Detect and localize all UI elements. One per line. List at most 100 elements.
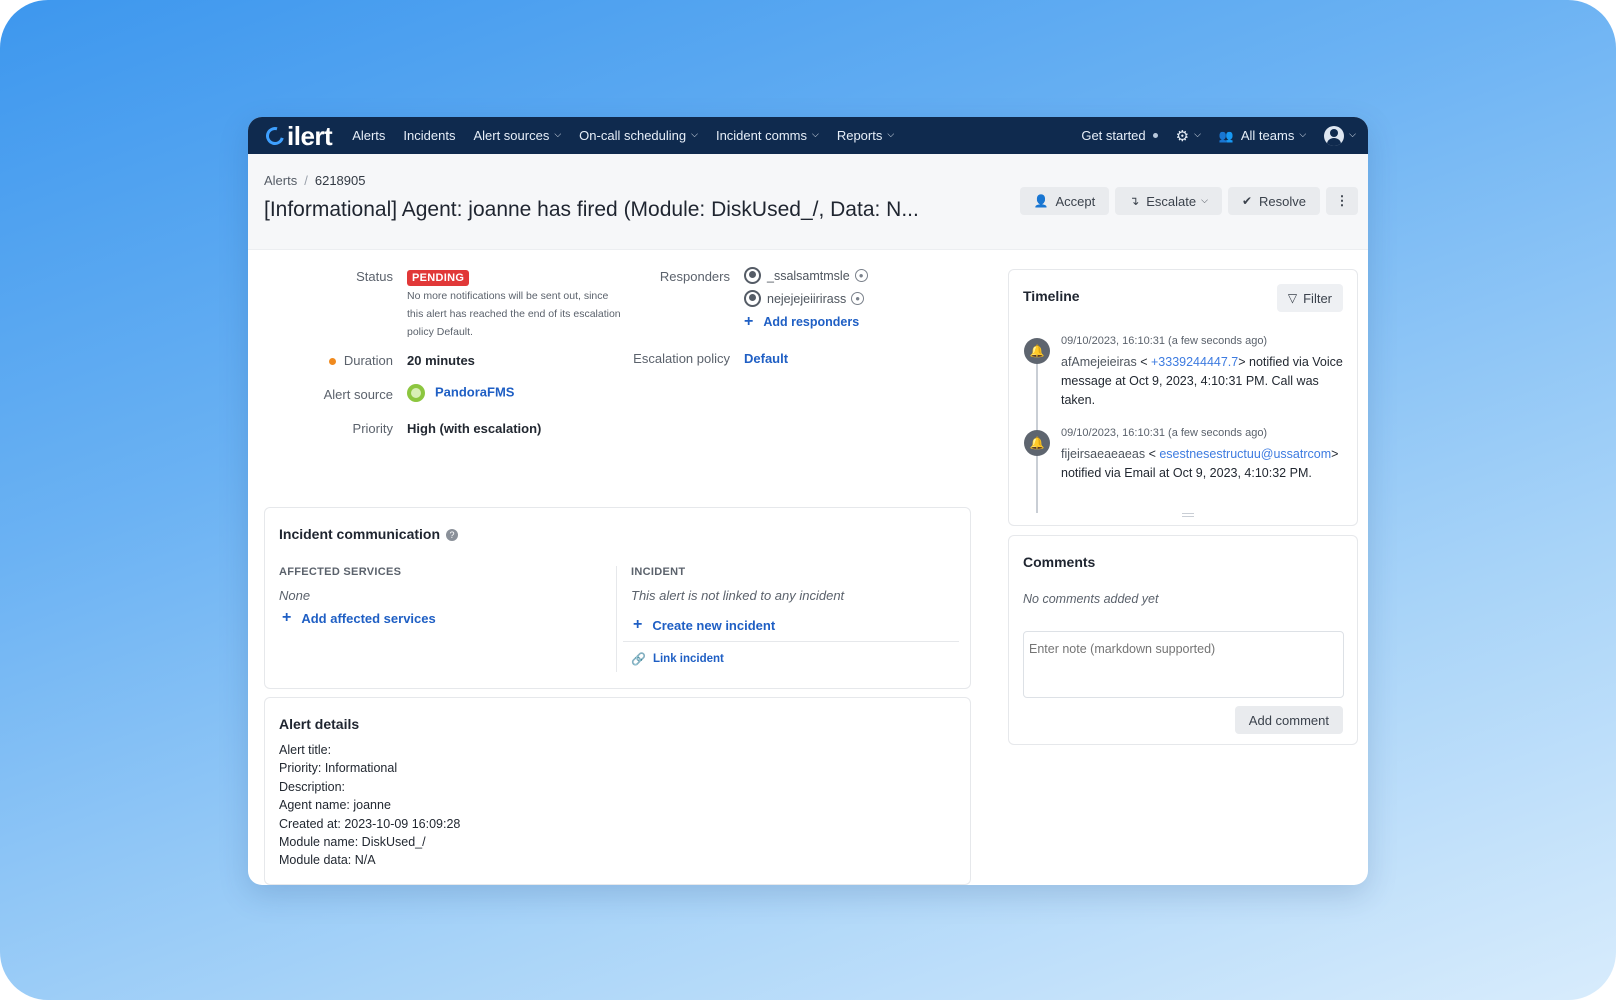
link-incident-label: Link incident [652,653,724,665]
nav-label: Alert sources [473,128,550,143]
nav-reports[interactable]: Reports ⌵ [837,128,894,143]
alert-summary: Status PENDING No more notifications wil… [264,262,984,492]
gear-icon: ⚙ [1175,127,1190,145]
get-started-label: Get started [1081,128,1146,143]
filter-icon: ▽ [1287,291,1298,305]
timeline-card: Timeline ▽ Filter 🔔 09/10/2023, 16:10:31 … [1008,269,1358,526]
responder-item[interactable]: nejejejeiirirass ● [744,290,868,307]
comments-empty-text: No comments added yet [1023,592,1159,606]
page-header: Alerts/6218905 [Informational] Agent: jo… [248,154,1368,250]
comments-card: Comments No comments added yet Add comme… [1008,535,1358,745]
alert-details-list: Alert title: Priority: Informational Des… [279,741,956,870]
detail-line: Module name: DiskUsed_/ [279,835,426,850]
user-menu[interactable]: ⌵ [1324,125,1356,146]
timeline-time: 09/10/2023, 16:10:31 (a few seconds ago) [1061,427,1268,439]
nav-label: On-call scheduling [579,128,687,143]
incident-communication-card: Incident communication? AFFECTED SERVICE… [264,507,971,689]
nav-alert-sources[interactable]: Alert sources ⌵ [473,128,561,143]
add-affected-services-button[interactable]: + Add affected services [282,609,436,627]
nav-label: Incident comms [715,128,807,143]
top-nav: ilert Alerts Incidents Alert sources ⌵ On… [248,117,1368,154]
timeline-user: fijeirsaeaeaeas [1061,447,1146,461]
resolve-label: Resolve [1259,193,1306,209]
incident-heading: INCIDENT [631,566,686,578]
ilert-logo[interactable]: ilert [262,123,333,149]
filter-button[interactable]: ▽ Filter [1276,284,1343,312]
resolve-button[interactable]: ✔ Resolve [1227,187,1320,215]
plus-icon: + [633,616,643,633]
nav-incident-comms[interactable]: Incident comms ⌵ [716,128,819,143]
notification-icon: ● [851,292,865,305]
status-value: PENDING [407,269,470,286]
timeline-text-pre: < [1145,447,1160,461]
row-divider [623,641,959,642]
escalation-policy-link[interactable]: Default [744,351,788,366]
user-icon: 👤 [1033,194,1049,208]
nav-alerts[interactable]: Alerts [352,128,385,143]
responder-name: _ssalsamtmsle [767,268,850,283]
get-started-link[interactable]: Get started [1081,128,1158,143]
status-label: Status [356,269,393,284]
check-icon: ✔ [1241,194,1253,208]
comment-input[interactable] [1023,631,1344,698]
accept-label: Accept [1055,193,1096,209]
escalate-arrow-icon: ↴ [1129,194,1140,208]
nav-label: Incidents [403,128,456,143]
settings-menu[interactable]: ⚙ ⌵ [1176,127,1201,145]
responders-list: _ssalsamtmsle ● nejejejeiirirass ● + Add re… [744,267,868,331]
escalate-button[interactable]: ↴ Escalate ⌵ [1115,187,1222,215]
teams-label: All teams [1240,128,1295,143]
duration-value: 20 minutes [407,353,475,368]
status-badge: PENDING [407,270,470,286]
detail-line: Priority: Informational [279,761,398,776]
users-icon: 👥 [1218,128,1234,143]
detail-line: Alert title: [279,743,332,757]
breadcrumb: Alerts / 6218905 [264,173,1352,188]
card-title: Incident communication [279,526,441,542]
card-title: Alert details [279,716,360,732]
link-icon: 🔗 [631,652,646,666]
nav-label: Alerts [352,128,386,143]
timeline-entry: 09/10/2023, 16:10:31 (a few seconds ago)… [1061,332,1351,410]
teams-selector[interactable]: 👥 All teams ⌵ [1219,128,1306,143]
bell-icon: 🔔 [1024,430,1050,456]
priority-label: Priority [352,421,393,436]
duration-label-wrap: Duration [264,353,393,368]
alert-source-value[interactable]: PandoraFMS [407,384,514,402]
avatar-icon [1324,125,1345,146]
create-new-incident-button[interactable]: + Create new incident [633,616,775,634]
add-comment-button[interactable]: Add comment [1234,706,1343,734]
affected-services-value: None [279,588,311,603]
chevron-down-icon: ⌵ [1201,194,1208,205]
nav-incidents[interactable]: Incidents [403,128,455,143]
timeline-time: 09/10/2023, 16:10:31 (a few seconds ago) [1061,335,1268,347]
status-note: No more notifications will be sent out, … [407,290,621,338]
breadcrumb-separator: / [304,173,308,188]
more-options-button[interactable]: ⋮ [1326,187,1358,215]
notification-icon: ● [854,269,868,282]
nav-on-call-scheduling[interactable]: On-call scheduling ⌵ [579,128,698,143]
pandorafms-icon [407,384,425,402]
timeline-contact-link[interactable]: +3339244447.7 [1151,355,1238,369]
breadcrumb-current: 6218905 [314,173,366,188]
app-window: ilert Alerts Incidents Alert sources ⌵ On… [248,117,1368,885]
priority-value: High (with escalation) [407,421,542,436]
alert-source-link[interactable]: PandoraFMS [435,384,514,399]
create-new-incident-label: Create new incident [652,617,776,633]
card-title: Comments [1023,554,1096,570]
incident-value: This alert is not linked to any incident [631,588,845,603]
header-actions: 👤 Accept ↴ Escalate ⌵ ✔ Resolve ⋮ [1019,187,1358,215]
accept-button[interactable]: 👤 Accept [1019,187,1110,215]
chevron-down-icon: ⌵ [812,129,819,139]
breadcrumb-alerts-link[interactable]: Alerts [264,173,297,188]
duration-label: Duration [343,353,393,368]
incident-comm-header: Incident communication? [279,526,459,544]
responder-item[interactable]: _ssalsamtmsle ● [744,267,868,284]
link-incident-button[interactable]: 🔗 Link incident [631,652,724,666]
alert-main-panel: Status PENDING No more notifications wil… [264,262,984,885]
resize-handle[interactable] [1182,513,1194,517]
add-responders-button[interactable]: + Add responders [744,313,868,331]
timeline-contact-link[interactable]: esestnesestructuu@ussatrcom [1159,447,1331,461]
help-icon[interactable]: ? [446,528,459,541]
filter-label: Filter [1303,290,1332,306]
